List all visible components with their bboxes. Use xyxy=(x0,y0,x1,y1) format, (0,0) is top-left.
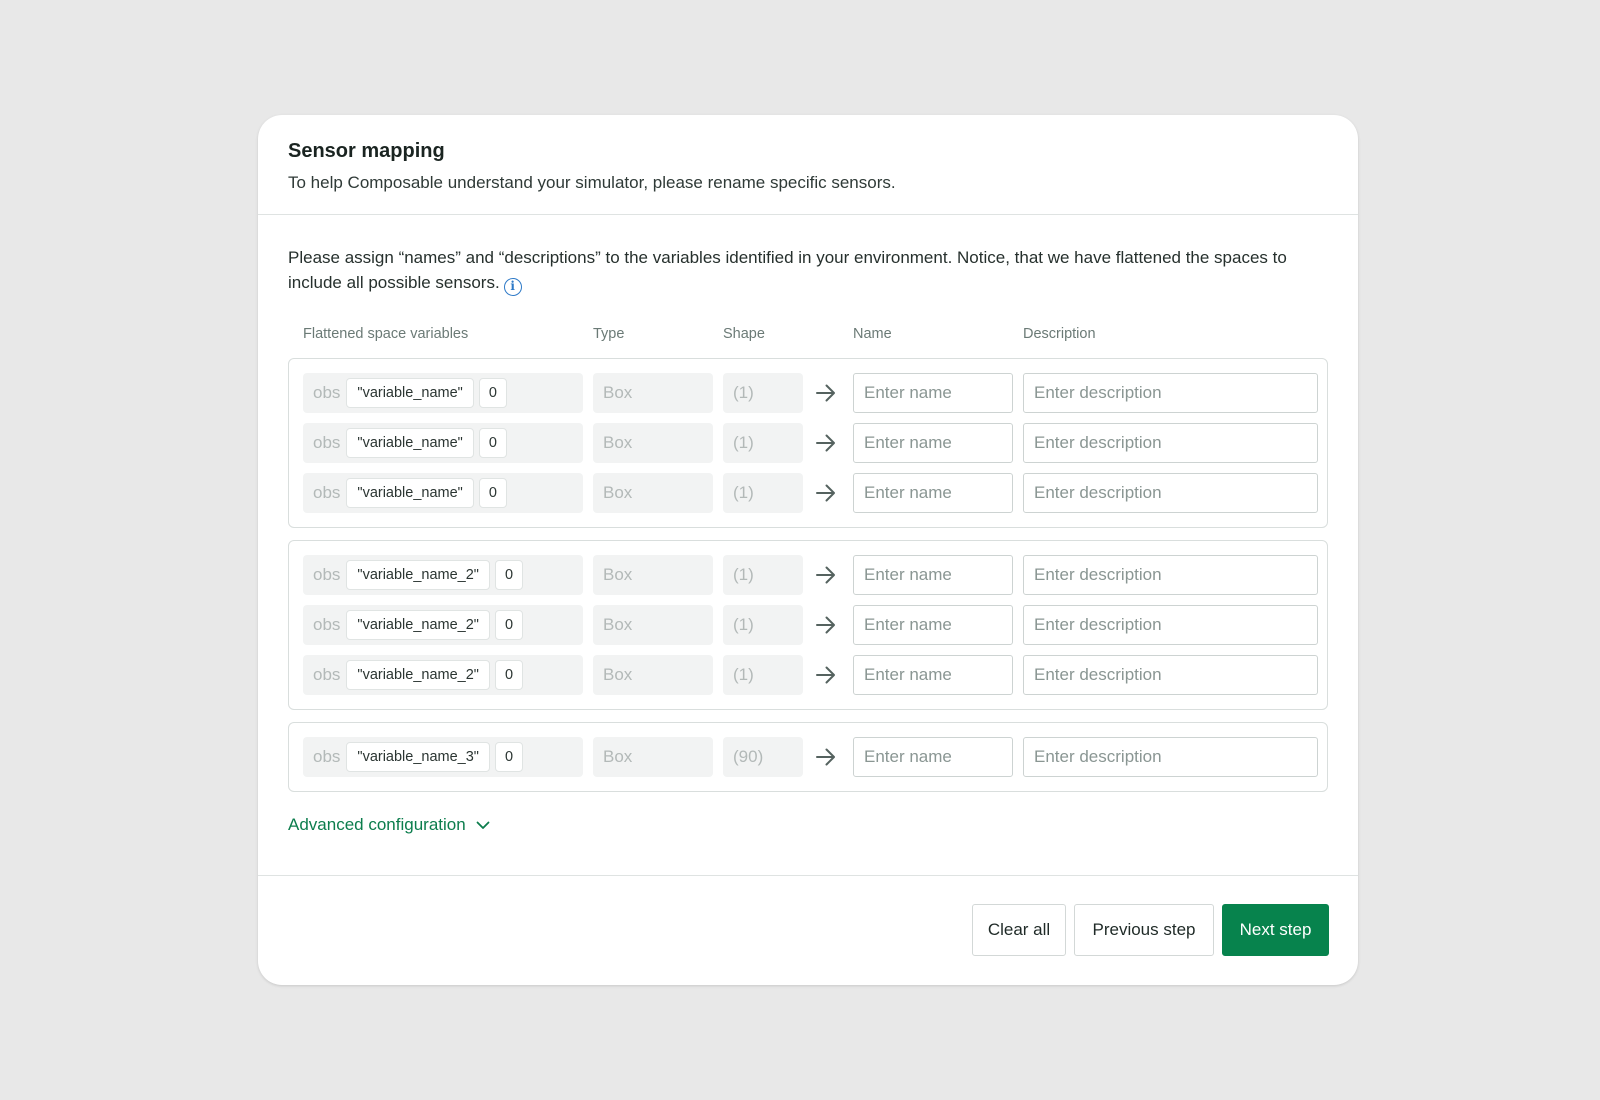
column-headers: Flattened space variables Type Shape Nam… xyxy=(288,326,1328,346)
arrow-right-icon xyxy=(816,384,835,402)
variable-row: obs "variable_name_2" 0 Box (1) xyxy=(303,655,1318,695)
description-input[interactable] xyxy=(1023,655,1318,695)
chevron-down-icon xyxy=(476,821,490,829)
shape-cell: (1) xyxy=(723,423,803,463)
description-input[interactable] xyxy=(1023,423,1318,463)
clear-all-button[interactable]: Clear all xyxy=(972,904,1066,956)
advanced-configuration-toggle[interactable]: Advanced configuration xyxy=(288,815,490,835)
name-input[interactable] xyxy=(853,737,1013,777)
type-cell: Box xyxy=(593,655,713,695)
column-header-description: Description xyxy=(1023,326,1096,342)
type-cell: Box xyxy=(593,473,713,513)
variable-index-chip: 0 xyxy=(478,428,507,458)
variable-path-cell: obs "variable_name_2" 0 xyxy=(303,655,583,695)
variable-index-chip: 0 xyxy=(494,742,524,772)
type-cell: Box xyxy=(593,373,713,413)
variable-path-cell: obs "variable_name_3" 0 xyxy=(303,737,583,777)
variable-key-chip: "variable_name" xyxy=(346,378,474,408)
type-cell: Box xyxy=(593,423,713,463)
intro-text: Please assign “names” and “descriptions”… xyxy=(288,245,1308,296)
info-icon[interactable]: i xyxy=(503,278,522,296)
variable-groups: obs "variable_name" 0 Box (1) obs "varia… xyxy=(288,358,1328,792)
obs-prefix: obs xyxy=(313,565,341,584)
obs-prefix: obs xyxy=(313,747,341,766)
advanced-configuration-label: Advanced configuration xyxy=(288,815,466,834)
modal-footer: Clear all Previous step Next step xyxy=(258,875,1358,985)
modal-subtitle: To help Composable understand your simul… xyxy=(288,173,896,192)
variable-row: obs "variable_name" 0 Box (1) xyxy=(303,373,1318,413)
description-input[interactable] xyxy=(1023,555,1318,595)
intro-text-content: Please assign “names” and “descriptions”… xyxy=(288,248,1287,292)
variable-key-chip: "variable_name" xyxy=(346,428,474,458)
variable-index-chip: 0 xyxy=(494,660,524,690)
type-cell: Box xyxy=(593,605,713,645)
obs-prefix: obs xyxy=(313,665,341,684)
column-header-variables: Flattened space variables xyxy=(303,326,469,342)
variable-index-chip: 0 xyxy=(478,378,507,408)
variable-key-chip: "variable_name_2" xyxy=(346,660,490,690)
variable-path-cell: obs "variable_name_2" 0 xyxy=(303,605,583,645)
variable-row: obs "variable_name_2" 0 Box (1) xyxy=(303,605,1318,645)
description-input[interactable] xyxy=(1023,605,1318,645)
arrow-right-icon xyxy=(816,748,835,766)
obs-prefix: obs xyxy=(313,383,341,402)
shape-cell: (1) xyxy=(723,605,803,645)
name-input[interactable] xyxy=(853,655,1013,695)
shape-cell: (1) xyxy=(723,373,803,413)
name-input[interactable] xyxy=(853,373,1013,413)
variable-path-cell: obs "variable_name" 0 xyxy=(303,373,583,413)
variable-index-chip: 0 xyxy=(478,478,507,508)
variable-index-chip: 0 xyxy=(494,610,524,640)
type-cell: Box xyxy=(593,737,713,777)
variable-row: obs "variable_name" 0 Box (1) xyxy=(303,473,1318,513)
name-input[interactable] xyxy=(853,473,1013,513)
modal-header: Sensor mapping To help Composable unders… xyxy=(258,115,1358,215)
column-header-name: Name xyxy=(853,326,892,342)
name-input[interactable] xyxy=(853,555,1013,595)
variable-group: obs "variable_name_2" 0 Box (1) obs "var… xyxy=(288,540,1328,710)
arrow-right-icon xyxy=(816,616,835,634)
modal-body: Please assign “names” and “descriptions”… xyxy=(258,215,1358,875)
shape-cell: (1) xyxy=(723,473,803,513)
arrow-right-icon xyxy=(816,566,835,584)
obs-prefix: obs xyxy=(313,615,341,634)
description-input[interactable] xyxy=(1023,373,1318,413)
variable-index-chip: 0 xyxy=(494,560,524,590)
column-header-type: Type xyxy=(593,326,625,342)
description-input[interactable] xyxy=(1023,737,1318,777)
column-header-shape: Shape xyxy=(723,326,765,342)
type-cell: Box xyxy=(593,555,713,595)
variable-group: obs "variable_name" 0 Box (1) obs "varia… xyxy=(288,358,1328,528)
description-input[interactable] xyxy=(1023,473,1318,513)
sensor-mapping-modal: Sensor mapping To help Composable unders… xyxy=(258,115,1358,985)
variable-path-cell: obs "variable_name_2" 0 xyxy=(303,555,583,595)
next-step-button[interactable]: Next step xyxy=(1222,904,1329,956)
variable-key-chip: "variable_name_2" xyxy=(346,610,490,640)
obs-prefix: obs xyxy=(313,483,341,502)
previous-step-button[interactable]: Previous step xyxy=(1074,904,1214,956)
variable-row: obs "variable_name" 0 Box (1) xyxy=(303,423,1318,463)
shape-cell: (1) xyxy=(723,655,803,695)
shape-cell: (1) xyxy=(723,555,803,595)
shape-cell: (90) xyxy=(723,737,803,777)
modal-title: Sensor mapping xyxy=(288,140,445,162)
variable-path-cell: obs "variable_name" 0 xyxy=(303,473,583,513)
variable-group: obs "variable_name_3" 0 Box (90) xyxy=(288,722,1328,792)
name-input[interactable] xyxy=(853,423,1013,463)
name-input[interactable] xyxy=(853,605,1013,645)
variable-key-chip: "variable_name_2" xyxy=(346,560,490,590)
arrow-right-icon xyxy=(816,666,835,684)
variable-path-cell: obs "variable_name" 0 xyxy=(303,423,583,463)
arrow-right-icon xyxy=(816,434,835,452)
variable-key-chip: "variable_name" xyxy=(346,478,474,508)
obs-prefix: obs xyxy=(313,433,341,452)
variable-row: obs "variable_name_3" 0 Box (90) xyxy=(303,737,1318,777)
arrow-right-icon xyxy=(816,484,835,502)
variable-key-chip: "variable_name_3" xyxy=(346,742,490,772)
variable-row: obs "variable_name_2" 0 Box (1) xyxy=(303,555,1318,595)
